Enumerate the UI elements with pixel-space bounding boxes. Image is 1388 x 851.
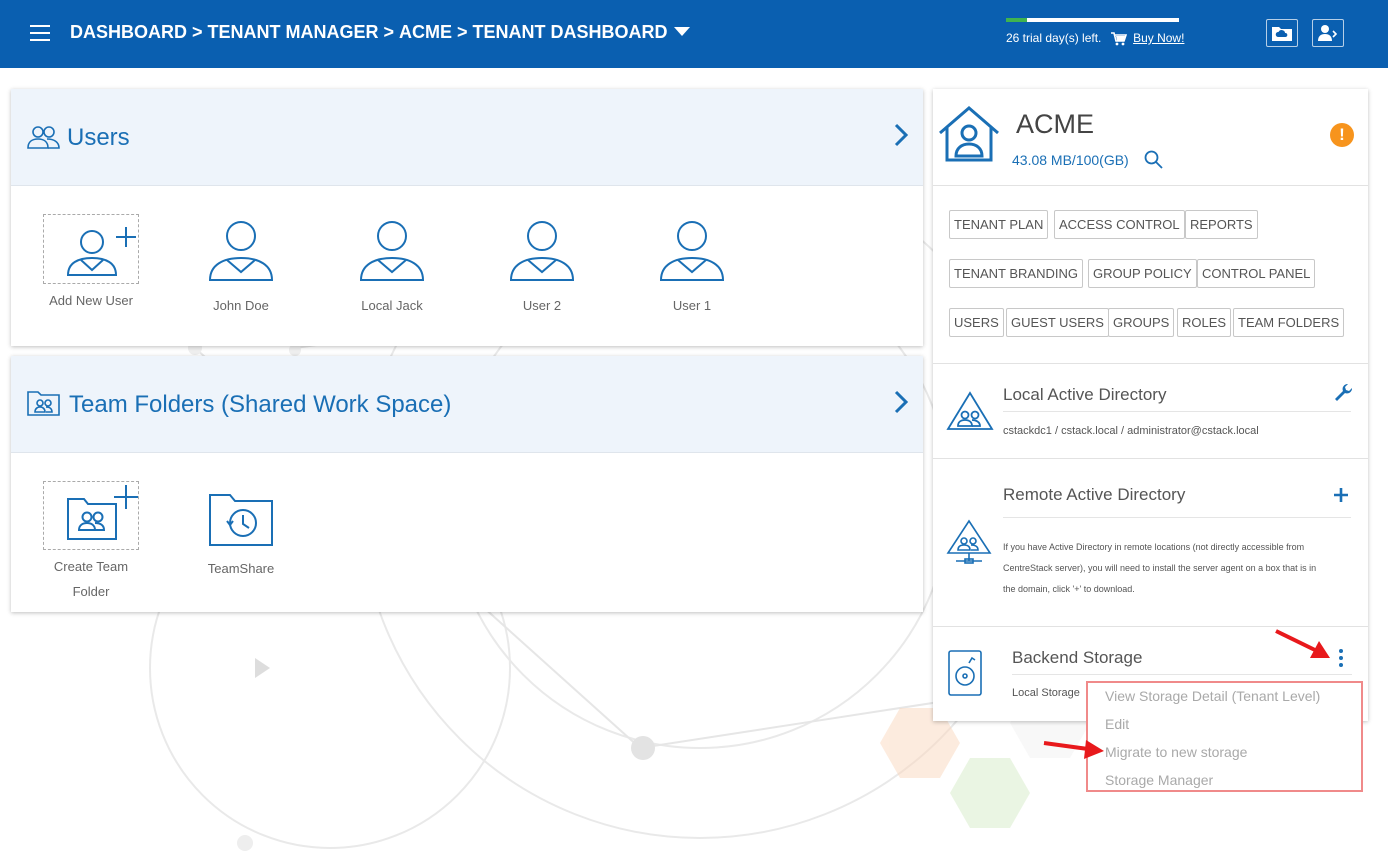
- user-switch-icon: [1318, 25, 1338, 41]
- remote-ad-note-line: the domain, click '+' to download.: [1003, 584, 1135, 594]
- user-avatar-icon: [208, 221, 274, 281]
- add-new-user-label: Add New User: [49, 293, 133, 308]
- tag-guest-users[interactable]: GUEST USERS: [1006, 308, 1109, 337]
- user-name-label: Local Jack: [361, 298, 423, 313]
- remote-ad-note-line: If you have Active Directory in remote l…: [1003, 542, 1305, 552]
- user-tile-user-2[interactable]: User 2: [487, 214, 597, 318]
- divider: [933, 185, 1368, 186]
- add-user-icon: [66, 227, 136, 276]
- breadcrumb-separator: >: [457, 22, 468, 42]
- storage-options-menu: View Storage Detail (Tenant Level) Edit …: [1086, 681, 1363, 792]
- add-new-user-box: [43, 214, 139, 284]
- annotation-arrow-icon: [1275, 629, 1330, 658]
- users-panel-header: Users: [11, 89, 923, 186]
- tag-roles[interactable]: ROLES: [1177, 308, 1232, 337]
- active-directory-icon: [946, 391, 994, 430]
- chevron-right-icon[interactable]: [893, 390, 909, 414]
- tag-tenant-plan[interactable]: TENANT PLAN: [949, 210, 1049, 239]
- user-avatar-icon: [509, 221, 575, 281]
- cloud-folder-icon: [1272, 27, 1292, 41]
- menu-item-view-storage-detail[interactable]: View Storage Detail (Tenant Level): [1088, 683, 1361, 711]
- trial-status: 26 trial day(s) left. Buy Now!: [1006, 31, 1184, 46]
- team-folders-panel-title: Team Folders (Shared Work Space): [69, 391, 452, 418]
- tag-access-control[interactable]: ACCESS CONTROL: [1054, 210, 1185, 239]
- team-folders-panel: Team Folders (Shared Work Space) Create …: [11, 356, 923, 612]
- remote-ad-note: If you have Active Directory in remote l…: [1003, 537, 1353, 600]
- wrench-icon[interactable]: [1334, 383, 1354, 403]
- breadcrumb-separator: >: [192, 22, 203, 42]
- create-team-folder-tile[interactable]: Create Team Folder: [36, 481, 146, 604]
- user-name-label: User 2: [522, 298, 562, 313]
- menu-item-storage-manager[interactable]: Storage Manager: [1088, 767, 1361, 795]
- breadcrumb-tenant-dashboard[interactable]: TENANT DASHBOARD: [473, 22, 668, 42]
- breadcrumb-acme[interactable]: ACME: [399, 22, 452, 42]
- local-ad-title: Local Active Directory: [1003, 385, 1167, 404]
- tag-groups[interactable]: GROUPS: [1108, 308, 1175, 337]
- breadcrumb-separator: >: [383, 22, 395, 42]
- tag-tenant-branding[interactable]: TENANT BRANDING: [949, 259, 1083, 288]
- user-switch-button[interactable]: [1312, 19, 1344, 47]
- search-icon[interactable]: [1144, 150, 1163, 169]
- tag-users[interactable]: USERS: [949, 308, 1004, 337]
- tag-group-policy[interactable]: GROUP POLICY: [1088, 259, 1197, 288]
- breadcrumb: DASHBOARD > TENANT MANAGER > ACME > TENANT DAS…: [70, 22, 690, 43]
- chevron-down-icon[interactable]: [673, 26, 690, 36]
- remote-ad-title: Remote Active Directory: [1003, 485, 1186, 504]
- user-name-label: User 1: [672, 298, 712, 313]
- team-folder-icon: [27, 391, 60, 416]
- divider: [933, 363, 1368, 364]
- tenant-storage-usage: 43.08 MB/100(GB): [1012, 152, 1129, 168]
- tag-control-panel[interactable]: CONTROL PANEL: [1197, 259, 1316, 288]
- menu-item-migrate-storage[interactable]: Migrate to new storage: [1088, 739, 1361, 767]
- user-avatar-icon: [659, 221, 725, 281]
- warning-icon[interactable]: !: [1330, 123, 1354, 147]
- plus-icon[interactable]: [1333, 487, 1349, 503]
- add-folder-icon: [67, 485, 138, 540]
- tenant-home-icon: [939, 106, 999, 162]
- team-folder-tile-teamshare[interactable]: TeamShare: [186, 491, 296, 581]
- users-panel: Users Add New User John Doe Local Jack U…: [11, 89, 923, 346]
- hard-drive-icon: [948, 650, 982, 696]
- cloud-folder-button[interactable]: [1266, 19, 1298, 47]
- user-tile-john-doe[interactable]: John Doe: [186, 214, 296, 318]
- backend-storage-detail: Local Storage: [1012, 687, 1080, 699]
- folder-history-icon: [209, 494, 273, 546]
- user-avatar-icon: [359, 221, 425, 281]
- users-panel-title: Users: [67, 124, 130, 151]
- menu-item-edit[interactable]: Edit: [1088, 711, 1361, 739]
- top-bar: DASHBOARD > TENANT MANAGER > ACME > TENANT DAS…: [0, 0, 1388, 68]
- tag-reports[interactable]: REPORTS: [1185, 210, 1258, 239]
- divider: [1012, 674, 1352, 675]
- more-options-icon[interactable]: [1338, 649, 1344, 670]
- trial-progress-fill: [1006, 18, 1027, 22]
- add-new-user-tile[interactable]: Add New User: [36, 214, 146, 313]
- local-ad-detail: cstackdc1 / cstack.local / administrator…: [1003, 425, 1259, 437]
- menu-icon[interactable]: [30, 25, 50, 41]
- annotation-arrow-icon: [1043, 740, 1104, 759]
- breadcrumb-tenant-manager[interactable]: TENANT MANAGER: [208, 22, 379, 42]
- trial-days-text: 26 trial day(s) left.: [1006, 31, 1102, 45]
- remote-directory-icon: [946, 519, 992, 564]
- user-tile-user-1[interactable]: User 1: [637, 214, 747, 318]
- divider: [933, 458, 1368, 459]
- breadcrumb-dashboard[interactable]: DASHBOARD: [70, 22, 187, 42]
- buy-now-link[interactable]: Buy Now!: [1133, 31, 1184, 45]
- user-tile-local-jack[interactable]: Local Jack: [337, 214, 447, 318]
- create-team-folder-box: [43, 481, 139, 550]
- user-name-label: John Doe: [213, 298, 269, 313]
- cart-icon: [1110, 32, 1127, 46]
- trial-progress-bar: [1006, 18, 1179, 22]
- tag-team-folders[interactable]: TEAM FOLDERS: [1233, 308, 1345, 337]
- chevron-right-icon[interactable]: [893, 123, 909, 147]
- tenant-name: ACME: [1016, 109, 1095, 139]
- divider: [1003, 517, 1351, 518]
- team-folders-panel-header: Team Folders (Shared Work Space): [11, 356, 923, 453]
- remote-ad-note-line: CentreStack server), you will need to in…: [1003, 563, 1317, 573]
- divider: [1003, 411, 1351, 412]
- backend-storage-title: Backend Storage: [1012, 648, 1143, 667]
- team-folder-name-label: TeamShare: [207, 561, 275, 576]
- users-icon: [27, 126, 60, 149]
- create-team-folder-label: Create Team Folder: [53, 559, 129, 599]
